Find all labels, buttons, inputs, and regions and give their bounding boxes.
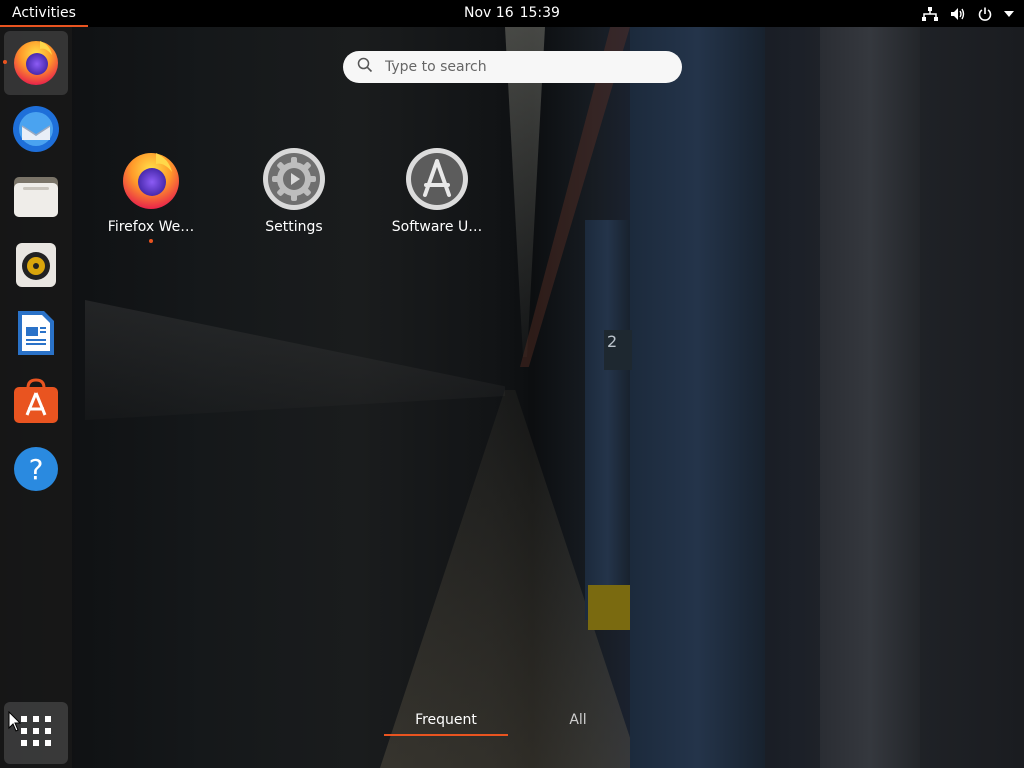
rhythmbox-icon [15,242,57,292]
wallpaper-sign-text: 2 [607,332,618,351]
running-indicator [3,60,7,64]
firefox-icon [10,35,62,91]
software-updater-icon [405,147,469,211]
files-icon [13,175,59,223]
tab-frequent[interactable]: Frequent [384,708,508,736]
svg-text:?: ? [29,453,44,486]
wallpaper-station-sign: 2 [604,330,632,370]
dock: ? [0,27,72,768]
clock-time: 15:39 [519,5,560,21]
search-icon [357,57,373,77]
system-status-area[interactable] [922,0,1014,27]
help-icon: ? [13,446,59,496]
dock-item-files[interactable] [4,167,68,231]
menu-arrow-icon [1004,10,1014,18]
search-input[interactable] [383,58,667,76]
libreoffice-writer-icon [16,309,56,361]
app-label: Firefox We… [107,219,195,235]
thunderbird-icon [11,104,61,158]
software-icon [13,378,59,428]
wallpaper-train [85,300,505,420]
top-bar: Activities Nov 16 15:39 [0,0,1024,27]
dock-item-help[interactable]: ? [4,439,68,503]
dock-item-thunderbird[interactable] [4,99,68,163]
tab-all[interactable]: All [524,708,632,736]
wallpaper-pillar [820,27,920,768]
desktop-wallpaper: 2 [0,0,1024,768]
dock-item-ubuntu-software[interactable] [4,371,68,435]
search-bar[interactable] [343,51,682,83]
dock-item-firefox[interactable] [4,31,68,95]
clock-date: Nov 16 [464,5,514,21]
volume-icon [950,7,966,21]
dock-item-rhythmbox[interactable] [4,235,68,299]
firefox-icon [119,147,183,211]
wallpaper-pillar [585,220,630,620]
app-tile-firefox[interactable]: Firefox We… [86,147,216,247]
power-icon [978,7,992,21]
app-label: Settings [265,219,323,235]
running-indicator [149,239,153,243]
mouse-cursor-icon [8,710,22,737]
dock-item-libreoffice-writer[interactable] [4,303,68,367]
wallpaper-pillar [630,27,765,768]
grid-icon [19,714,53,752]
app-tile-settings[interactable]: Settings [229,147,359,247]
network-icon [922,6,938,21]
wallpaper-pillar-base [588,585,630,630]
settings-icon [262,147,326,211]
app-tile-software-updater[interactable]: Software U… [372,147,502,247]
app-label: Software U… [391,219,483,235]
clock-button[interactable]: Nov 16 15:39 [0,0,1024,27]
